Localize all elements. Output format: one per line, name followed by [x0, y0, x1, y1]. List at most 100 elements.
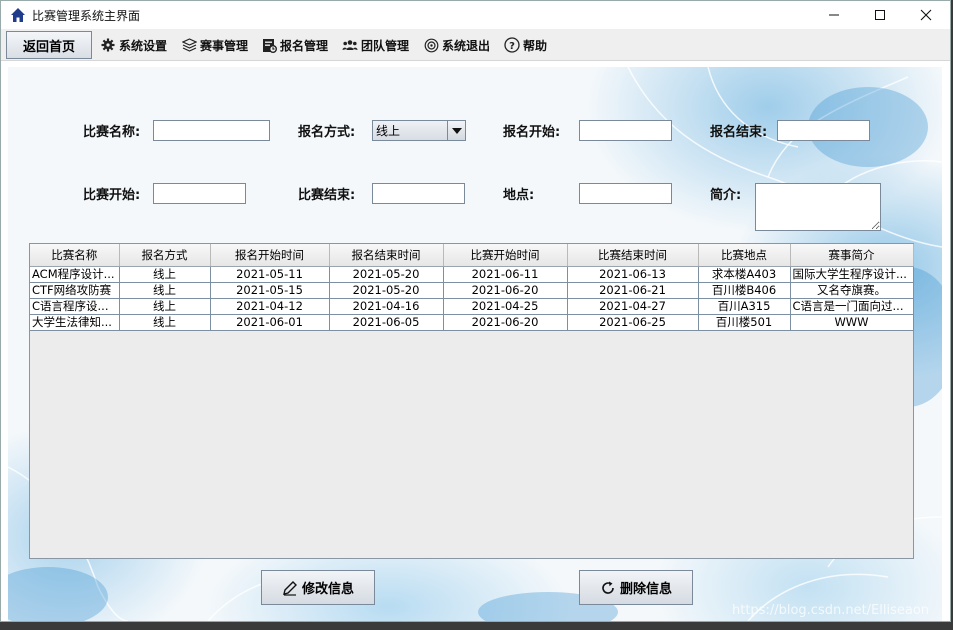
chevron-down-icon[interactable]: [447, 121, 465, 140]
table-cell[interactable]: C语言程序设...: [30, 298, 120, 315]
team-icon: [342, 37, 358, 53]
table-cell[interactable]: 线上: [119, 298, 211, 315]
watermark-text: https://blog.csdn.net/Elliseaon: [732, 603, 930, 618]
table-cell[interactable]: 2021-04-27: [567, 298, 699, 315]
table-cell[interactable]: 2021-06-25: [567, 314, 699, 331]
table-cell[interactable]: 2021-05-20: [329, 282, 444, 299]
edit-info-label: 修改信息: [301, 582, 354, 597]
table-cell[interactable]: 百川楼B406: [698, 282, 791, 299]
menu-bar: 返回首页 系统设置 赛事管理 报名管理 团队管理 系统退出 ? 帮助: [1, 29, 950, 61]
table-cell[interactable]: 又名夺旗赛。: [790, 282, 914, 299]
table-cell[interactable]: 2021-06-05: [329, 314, 444, 331]
menu-competition-management[interactable]: 赛事管理: [181, 35, 248, 55]
table-row[interactable]: C语言程序设... 线上 2021-04-12 2021-04-16 2021-…: [30, 298, 914, 315]
column-header[interactable]: 比赛开始时间: [443, 244, 568, 267]
column-header[interactable]: 报名结束时间: [329, 244, 444, 267]
home-app-icon: [11, 8, 25, 22]
table-cell[interactable]: 2021-06-20: [443, 282, 568, 299]
table-cell[interactable]: 求本楼A403: [698, 266, 791, 283]
table-cell[interactable]: C语言是一门面向过...: [790, 298, 914, 315]
competition-name-input[interactable]: [153, 120, 270, 141]
menu-system-settings-label: 系统设置: [119, 38, 168, 53]
help-icon: ?: [504, 37, 520, 53]
edit-info-button[interactable]: 修改信息: [261, 570, 375, 605]
column-header[interactable]: 比赛名称: [30, 244, 120, 267]
registration-end-input[interactable]: [777, 120, 870, 141]
competition-end-input[interactable]: [372, 183, 465, 204]
delete-info-button[interactable]: 删除信息: [579, 570, 693, 605]
menu-help[interactable]: ? 帮助: [504, 35, 547, 55]
table-cell[interactable]: 2021-06-21: [567, 282, 699, 299]
table-cell[interactable]: 线上: [119, 282, 211, 299]
table-cell[interactable]: 2021-05-15: [210, 282, 330, 299]
table-cell[interactable]: ACM程序设计...: [30, 266, 120, 283]
table-cell[interactable]: 百川A315: [698, 298, 791, 315]
menu-team-management[interactable]: 团队管理: [342, 35, 409, 55]
svg-text:?: ?: [509, 41, 515, 52]
maximize-button[interactable]: [857, 1, 903, 29]
table-cell[interactable]: 国际大学生程序设计...: [790, 266, 914, 283]
menu-system-exit[interactable]: 系统退出: [423, 35, 490, 55]
registration-method-value: 线上: [376, 124, 401, 138]
close-button[interactable]: [903, 1, 949, 29]
registration-start-label: 报名开始:: [503, 125, 561, 140]
competition-start-input[interactable]: [153, 183, 246, 204]
registration-method-label: 报名方式:: [298, 125, 356, 140]
location-label: 地点:: [503, 188, 535, 203]
registration-start-input[interactable]: [579, 120, 672, 141]
table-row[interactable]: CTF网络攻防赛 线上 2021-05-15 2021-05-20 2021-0…: [30, 282, 914, 299]
column-header[interactable]: 报名开始时间: [210, 244, 330, 267]
table-cell[interactable]: 2021-04-16: [329, 298, 444, 315]
minimize-icon: [829, 14, 839, 16]
competition-end-label: 比赛结束:: [298, 188, 356, 203]
competition-name-label: 比赛名称:: [83, 125, 141, 140]
table-cell[interactable]: 2021-04-12: [210, 298, 330, 315]
table-cell[interactable]: 2021-05-20: [329, 266, 444, 283]
layers-icon: [181, 37, 197, 53]
table-row[interactable]: ACM程序设计... 线上 2021-05-11 2021-05-20 2021…: [30, 266, 914, 283]
table-cell[interactable]: CTF网络攻防赛: [30, 282, 120, 299]
column-header[interactable]: 比赛地点: [698, 244, 791, 267]
close-icon: [920, 9, 932, 21]
column-header[interactable]: 报名方式: [119, 244, 211, 267]
gear-icon: [100, 37, 116, 53]
introduction-textarea[interactable]: [755, 183, 881, 231]
main-window: 比赛管理系统主界面 返回首页 系统设置 赛事管理 报名管理 团队管理 系统退出 …: [0, 0, 951, 622]
introduction-label: 简介:: [710, 188, 742, 203]
menu-competition-management-label: 赛事管理: [200, 38, 249, 53]
delete-info-label: 删除信息: [619, 582, 672, 597]
menu-registration-management-label: 报名管理: [280, 38, 329, 53]
maximize-icon: [875, 10, 885, 20]
table-cell[interactable]: 百川楼501: [698, 314, 791, 331]
table-cell[interactable]: 2021-05-11: [210, 266, 330, 283]
table-cell[interactable]: WWW: [790, 314, 914, 331]
registration-icon: [261, 37, 277, 53]
minimize-button[interactable]: [811, 1, 857, 29]
table-cell[interactable]: 大学生法律知...: [30, 314, 120, 331]
menu-system-settings[interactable]: 系统设置: [100, 35, 167, 55]
competition-table-panel: 比赛名称 报名方式 报名开始时间 报名结束时间 比赛开始时间 比赛结束时间 比赛…: [29, 243, 914, 559]
registration-end-label: 报名结束:: [710, 125, 768, 140]
column-header[interactable]: 赛事简介: [790, 244, 914, 267]
registration-method-select[interactable]: 线上: [372, 120, 466, 141]
table-row[interactable]: 大学生法律知... 线上 2021-06-01 2021-06-05 2021-…: [30, 314, 914, 331]
menu-team-management-label: 团队管理: [361, 38, 410, 53]
pencil-icon: [283, 580, 297, 596]
title-bar: 比赛管理系统主界面: [1, 1, 950, 29]
table-cell[interactable]: 2021-06-13: [567, 266, 699, 283]
competition-table: 比赛名称 报名方式 报名开始时间 报名结束时间 比赛开始时间 比赛结束时间 比赛…: [30, 244, 914, 331]
menu-system-exit-label: 系统退出: [442, 38, 491, 53]
table-cell[interactable]: 2021-06-11: [443, 266, 568, 283]
table-cell[interactable]: 2021-06-01: [210, 314, 330, 331]
home-button[interactable]: 返回首页: [6, 31, 92, 59]
table-header-row: 比赛名称 报名方式 报名开始时间 报名结束时间 比赛开始时间 比赛结束时间 比赛…: [30, 244, 914, 267]
menu-registration-management[interactable]: 报名管理: [261, 35, 328, 55]
competition-start-label: 比赛开始:: [83, 188, 141, 203]
column-header[interactable]: 比赛结束时间: [567, 244, 699, 267]
menu-help-label: 帮助: [523, 38, 548, 53]
table-cell[interactable]: 线上: [119, 266, 211, 283]
table-cell[interactable]: 2021-06-20: [443, 314, 568, 331]
table-cell[interactable]: 线上: [119, 314, 211, 331]
table-cell[interactable]: 2021-04-25: [443, 298, 568, 315]
location-input[interactable]: [579, 183, 672, 204]
